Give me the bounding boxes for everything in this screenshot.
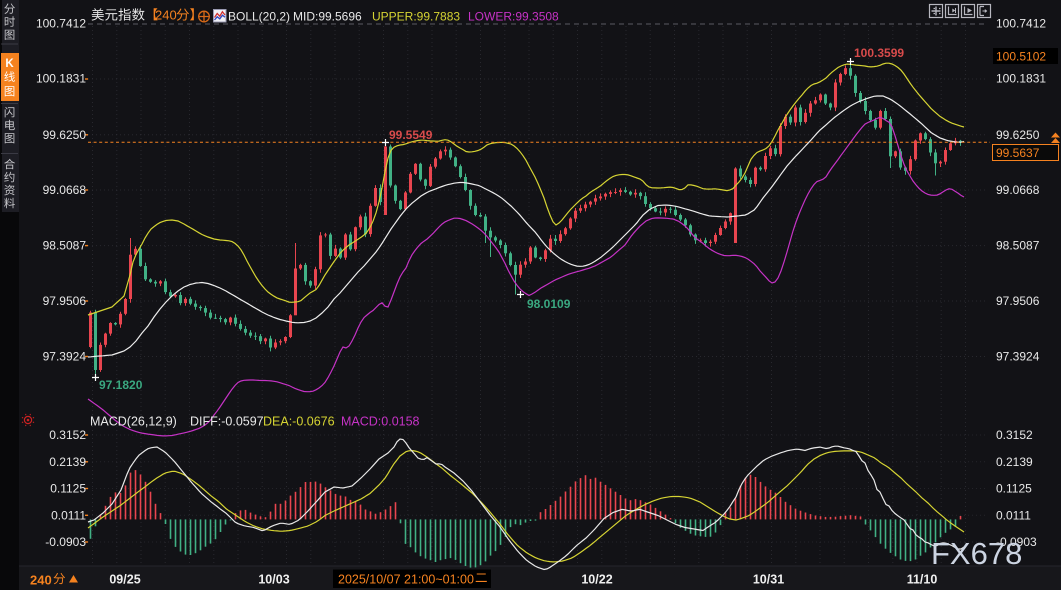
svg-text:0.2139: 0.2139 bbox=[996, 455, 1033, 469]
svg-text:97.9506: 97.9506 bbox=[996, 294, 1040, 308]
svg-text:99.0668: 99.0668 bbox=[43, 183, 87, 197]
svg-text:0.1125: 0.1125 bbox=[50, 482, 86, 496]
svg-text:99.5549: 99.5549 bbox=[389, 128, 433, 142]
svg-text:98.5087: 98.5087 bbox=[996, 239, 1040, 253]
svg-text:0.0111: 0.0111 bbox=[51, 508, 86, 522]
svg-text:99.6250: 99.6250 bbox=[43, 128, 87, 142]
svg-text:100.1831: 100.1831 bbox=[36, 72, 86, 86]
svg-text:LOWER:99.3508: LOWER:99.3508 bbox=[468, 10, 559, 24]
svg-text:100.5102: 100.5102 bbox=[996, 50, 1046, 64]
svg-text:0.3152: 0.3152 bbox=[996, 428, 1033, 442]
svg-text:FX678: FX678 bbox=[931, 536, 1022, 571]
svg-text:99.0668: 99.0668 bbox=[996, 183, 1040, 197]
svg-text:10/31: 10/31 bbox=[753, 573, 784, 587]
svg-text:2025/10/07 21:00~01:00: 2025/10/07 21:00~01:00 bbox=[338, 573, 474, 587]
svg-text:99.5637: 99.5637 bbox=[996, 146, 1040, 160]
svg-text:98.0109: 98.0109 bbox=[527, 297, 571, 311]
svg-text:MACD(26,12,9): MACD(26,12,9) bbox=[90, 415, 177, 429]
svg-text:11/10: 11/10 bbox=[907, 573, 938, 587]
svg-text:98.5087: 98.5087 bbox=[43, 239, 87, 253]
svg-text:97.9506: 97.9506 bbox=[43, 294, 87, 308]
svg-text:100.7412: 100.7412 bbox=[36, 17, 86, 31]
svg-text:0.0111: 0.0111 bbox=[996, 508, 1031, 522]
svg-text:100.7412: 100.7412 bbox=[996, 17, 1046, 31]
svg-text:100.3599: 100.3599 bbox=[854, 46, 904, 60]
svg-text:09/25: 09/25 bbox=[109, 573, 140, 587]
svg-text:BOLL(20,2): BOLL(20,2) bbox=[228, 10, 290, 24]
svg-text:240: 240 bbox=[155, 8, 177, 23]
svg-text:240: 240 bbox=[30, 573, 52, 588]
svg-text:99.6250: 99.6250 bbox=[996, 128, 1040, 142]
svg-text:K: K bbox=[5, 58, 14, 70]
svg-text:97.3924: 97.3924 bbox=[996, 350, 1040, 364]
svg-text:10/03: 10/03 bbox=[258, 573, 289, 587]
svg-text:0.2139: 0.2139 bbox=[49, 455, 86, 469]
svg-text:10/22: 10/22 bbox=[581, 573, 612, 587]
svg-text:DIFF:-0.0597: DIFF:-0.0597 bbox=[190, 415, 264, 429]
svg-text:0.3152: 0.3152 bbox=[49, 428, 86, 442]
svg-text:100.1831: 100.1831 bbox=[996, 72, 1046, 86]
svg-text:DEA:-0.0676: DEA:-0.0676 bbox=[263, 415, 335, 429]
svg-text:MID:99.5696: MID:99.5696 bbox=[293, 10, 362, 24]
svg-text:-0.0903: -0.0903 bbox=[45, 535, 86, 549]
svg-text:MACD:0.0158: MACD:0.0158 bbox=[341, 415, 420, 429]
svg-text:0.1125: 0.1125 bbox=[996, 482, 1032, 496]
svg-text:97.1820: 97.1820 bbox=[99, 378, 143, 392]
svg-text:UPPER:99.7883: UPPER:99.7883 bbox=[372, 10, 460, 24]
svg-text:97.3924: 97.3924 bbox=[43, 350, 87, 364]
